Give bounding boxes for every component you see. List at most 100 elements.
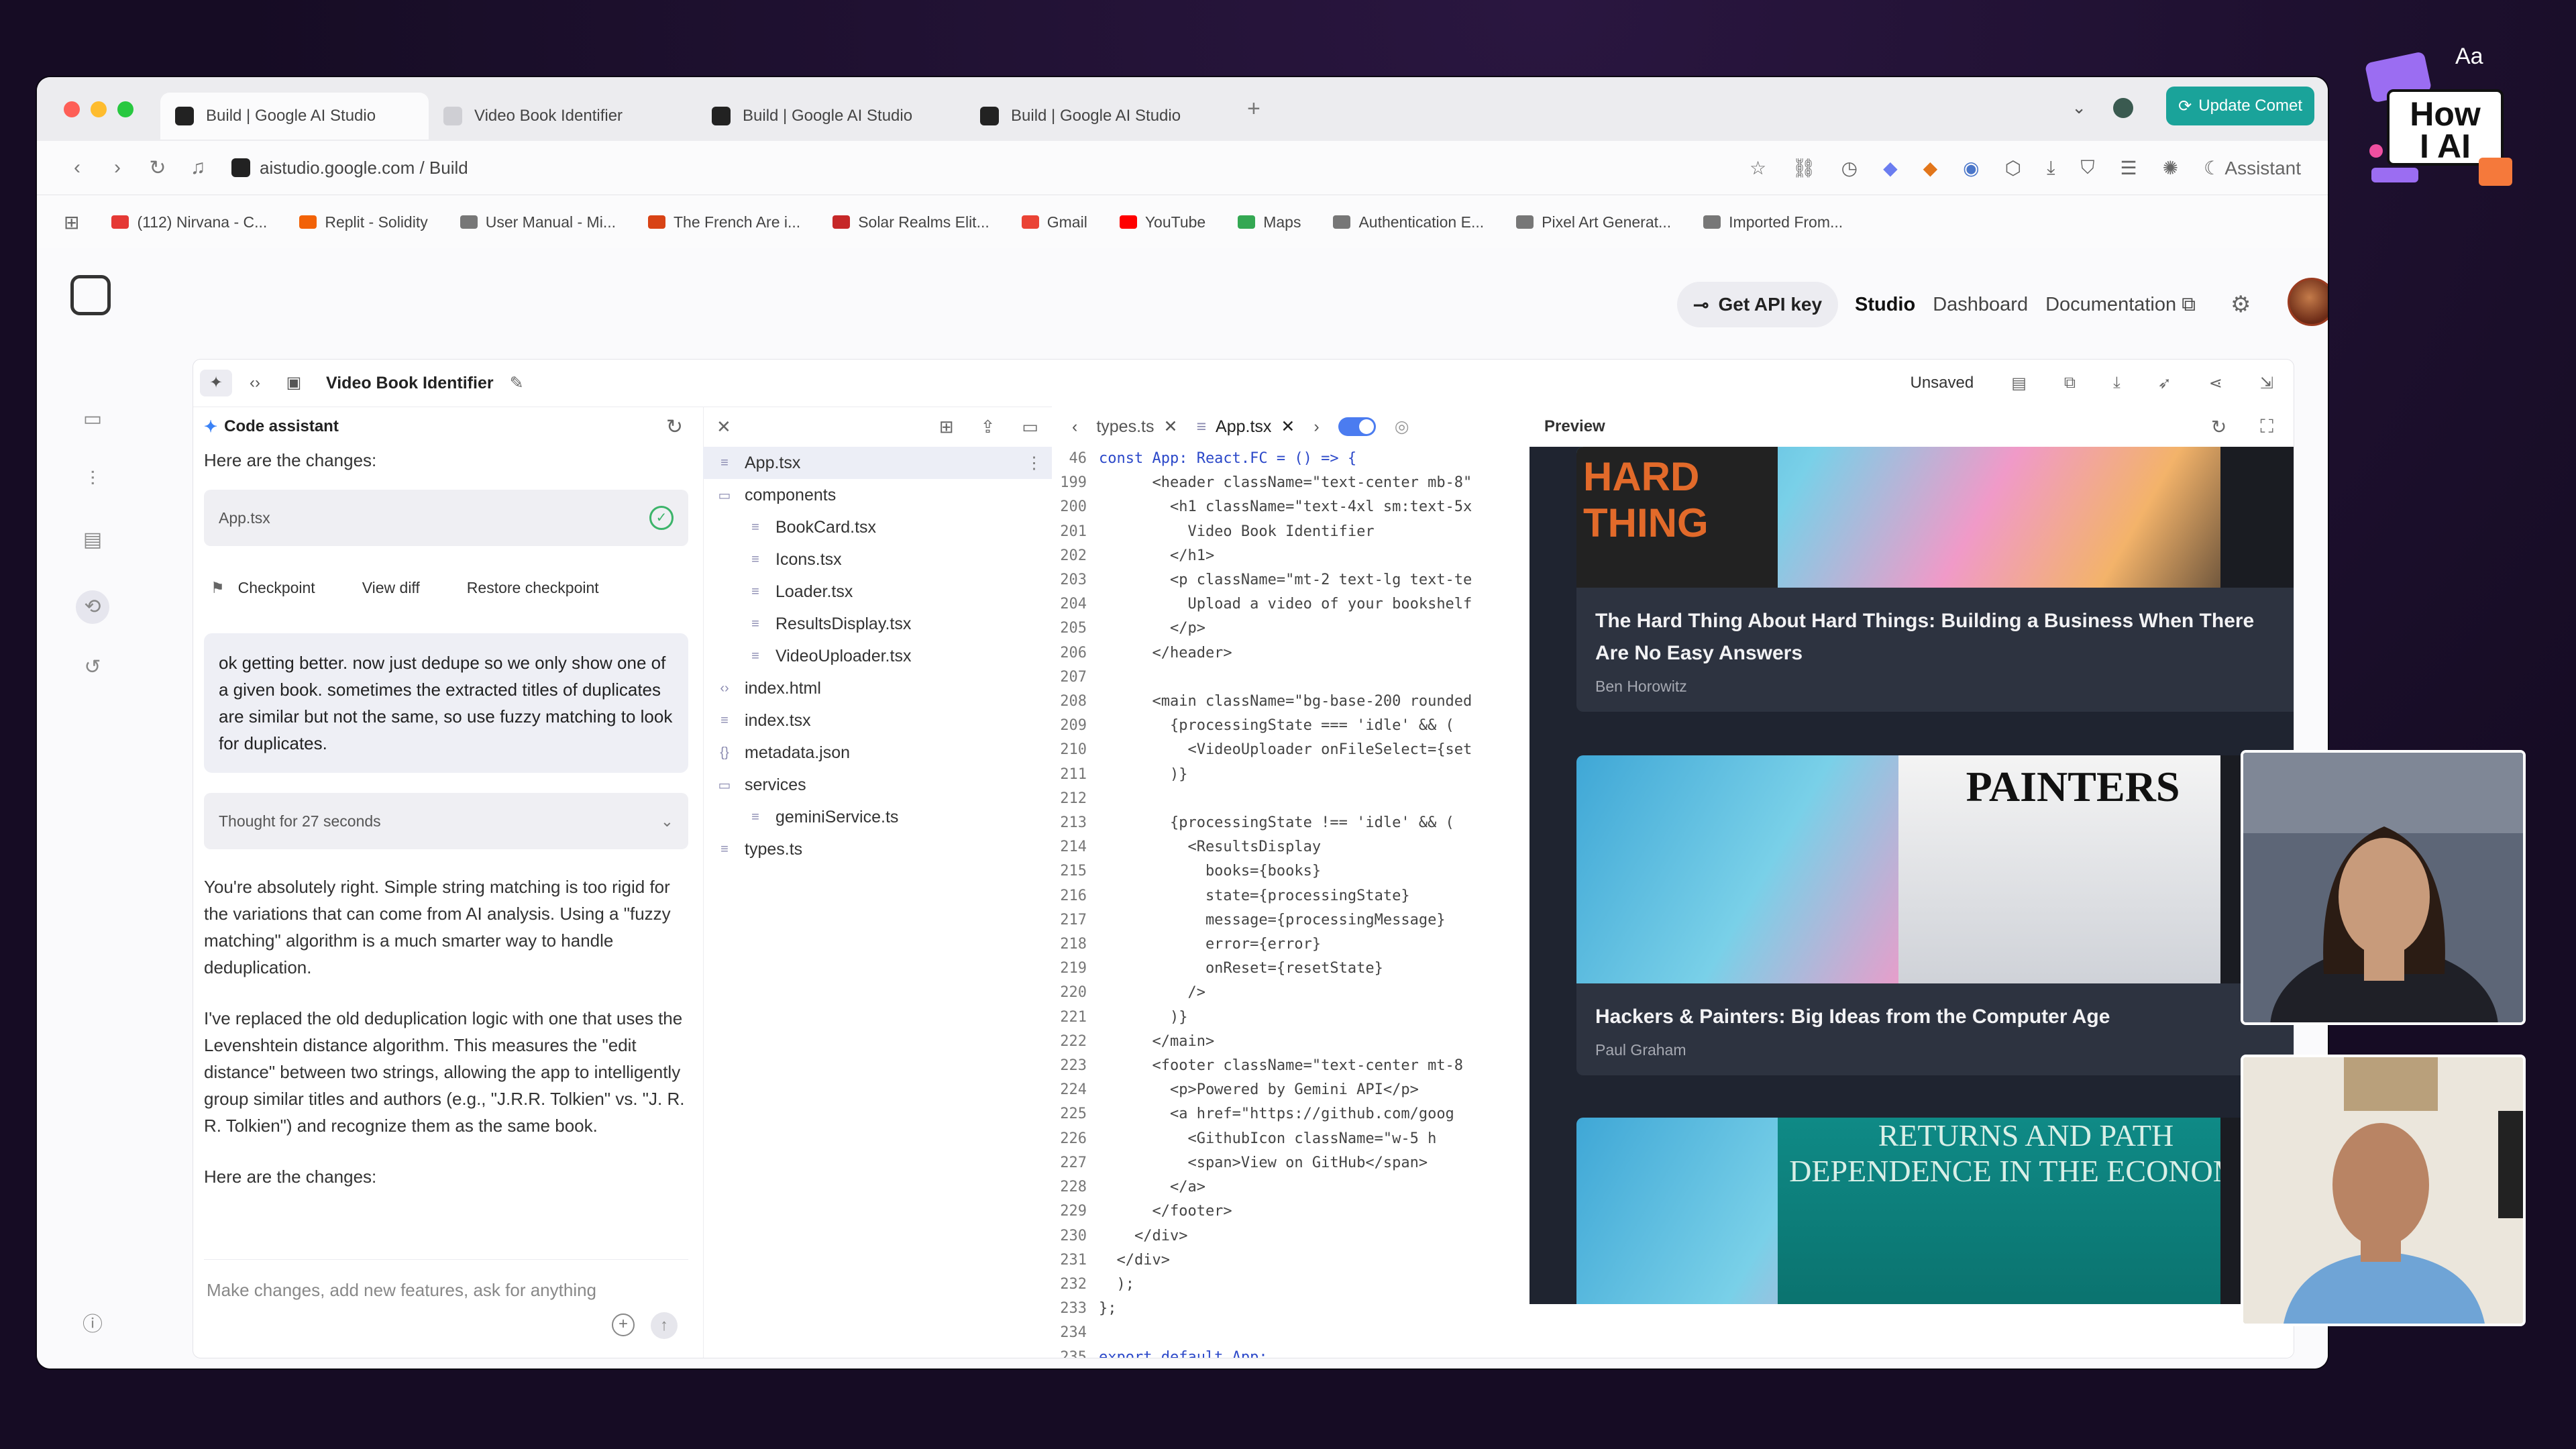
sparkle-icon[interactable]: ✦	[200, 370, 232, 396]
save-icon[interactable]: ▤	[2011, 374, 2027, 393]
restore-checkpoint-button[interactable]: Restore checkpoint	[467, 574, 599, 601]
new-tab-button[interactable]: +	[1247, 96, 1260, 122]
forward-icon[interactable]: ›	[97, 156, 138, 179]
stream-icon[interactable]: ⫶	[83, 470, 103, 490]
new-folder-icon[interactable]: ▭	[1022, 417, 1038, 437]
file-item[interactable]: ≡ Icons.tsx	[703, 543, 1052, 576]
microphone-icon[interactable]: ♫	[178, 156, 218, 179]
add-attachment-icon[interactable]: +	[612, 1313, 635, 1336]
build-icon[interactable]: ⟲	[76, 590, 109, 624]
file-item[interactable]: ≡ ResultsDisplay.tsx	[703, 608, 1052, 640]
maximize-window-button[interactable]	[117, 101, 133, 117]
code-lines[interactable]: 46 const App: React.FC = () => {199 <head…	[1052, 447, 1529, 1358]
assistant-button[interactable]: ☾ Assistant	[2204, 157, 2301, 179]
info-icon[interactable]: ⓘ	[83, 1315, 103, 1335]
apps-grid-icon[interactable]: ⊞	[64, 211, 79, 233]
bookmark-item[interactable]: Gmail	[1021, 213, 1087, 231]
preview-icon[interactable]: ▣	[278, 370, 310, 396]
file-item[interactable]: ≡ Loader.tsx	[703, 576, 1052, 608]
back-icon[interactable]: ‹	[57, 156, 97, 179]
bookmark-item[interactable]: The French Are i...	[647, 213, 800, 231]
puzzle-icon[interactable]: ⬡	[2005, 157, 2021, 179]
get-api-key-button[interactable]: ⊸ Get API key	[1677, 282, 1839, 327]
bookmark-item[interactable]: YouTube	[1119, 213, 1205, 231]
more-options-icon[interactable]: ⋮	[1026, 453, 1042, 473]
chevron-down-icon[interactable]: ⌄	[2072, 97, 2086, 118]
bookmark-item[interactable]: Replit - Solidity	[299, 213, 428, 231]
bookmark-item[interactable]: Maps	[1238, 213, 1301, 231]
edit-pencil-icon[interactable]: ✎	[510, 373, 524, 393]
extension-icon[interactable]: ◉	[1963, 157, 1979, 179]
gear-icon[interactable]: ⚙	[2231, 291, 2251, 318]
chat-input[interactable]: Make changes, add new features, ask for …	[204, 1259, 688, 1347]
nav-dashboard[interactable]: Dashboard	[1933, 294, 2028, 316]
bookmark-item[interactable]: (112) Nirvana - C...	[111, 213, 267, 231]
chevron-right-icon[interactable]: ›	[1313, 417, 1319, 437]
download-icon[interactable]: ⤓	[2047, 157, 2055, 179]
send-button[interactable]: ↑	[651, 1312, 678, 1339]
close-icon[interactable]: ✕	[1281, 417, 1295, 437]
download-icon[interactable]: ⤓	[2113, 374, 2121, 392]
file-item[interactable]: ≡ VideoUploader.tsx	[703, 640, 1052, 672]
changed-file-chip[interactable]: App.tsx ✓	[204, 490, 688, 546]
new-file-icon[interactable]: ⊞	[939, 417, 954, 437]
editor-tab-app[interactable]: ≡ App.tsx ✕	[1196, 417, 1295, 437]
reload-icon[interactable]: ↻	[138, 156, 178, 180]
editor-tab-types[interactable]: types.ts ✕	[1096, 417, 1177, 437]
menu-icon[interactable]: ☰	[2120, 157, 2137, 179]
bookmark-item[interactable]: Pixel Art Generat...	[1516, 213, 1671, 231]
minimize-window-button[interactable]	[91, 101, 107, 117]
close-icon[interactable]: ✕	[1163, 417, 1177, 437]
bookmark-item[interactable]: Imported From...	[1703, 213, 1843, 231]
avatar[interactable]	[2288, 278, 2328, 326]
fullscreen-icon[interactable]: ⛶	[2260, 416, 2273, 438]
browser-tab-2[interactable]: Video Book Identifier	[429, 93, 697, 140]
copy-icon[interactable]: ⧉	[2064, 374, 2076, 392]
deploy-rocket-icon[interactable]: ➶	[2158, 374, 2171, 393]
media-icon[interactable]: ▤	[83, 530, 103, 550]
upload-file-icon[interactable]: ⇪	[981, 417, 996, 437]
code-icon[interactable]: ‹›	[239, 370, 271, 396]
nav-studio[interactable]: Studio	[1855, 294, 1915, 316]
view-diff-button[interactable]: View diff	[362, 574, 420, 601]
history-icon[interactable]: ◷	[1841, 157, 1858, 179]
browser-tab-1[interactable]: Build | Google AI Studio	[160, 92, 429, 140]
folder-item[interactable]: ▭ components	[703, 479, 1052, 511]
file-item[interactable]: ‹› index.html	[703, 672, 1052, 704]
file-item[interactable]: ≡ App.tsx ⋮	[703, 447, 1052, 479]
browser-tab-4[interactable]: Build | Google AI Studio	[965, 93, 1234, 140]
preview-viewport[interactable]: HARD THING The Hard Thing About Hard Thi…	[1529, 447, 2294, 1304]
sparkle-icon[interactable]: ✺	[2163, 157, 2178, 179]
file-item[interactable]: ≡ BookCard.tsx	[703, 511, 1052, 543]
fullscreen-icon[interactable]: ⇲	[2260, 374, 2273, 393]
chevron-left-icon[interactable]: ‹	[1072, 417, 1077, 437]
update-comet-button[interactable]: ⟳ Update Comet	[2166, 87, 2314, 125]
settings-circle-icon[interactable]: ◎	[1395, 417, 1409, 437]
refresh-icon[interactable]: ↻	[666, 415, 683, 439]
file-item[interactable]: ≡ types.ts	[703, 833, 1052, 865]
close-icon[interactable]: ✕	[716, 417, 731, 437]
shield-icon[interactable]: ⛉	[2080, 157, 2094, 179]
share-icon[interactable]: ⋖	[2209, 374, 2222, 393]
extension-icon[interactable]: ◆	[1883, 157, 1898, 179]
file-item[interactable]: {} metadata.json	[703, 737, 1052, 769]
file-item[interactable]: ≡ geminiService.ts	[703, 801, 1052, 833]
history-icon[interactable]: ↺	[83, 657, 103, 678]
browser-tab-3[interactable]: Build | Google AI Studio	[697, 93, 965, 140]
thought-toggle[interactable]: Thought for 27 seconds ⌄	[204, 793, 688, 849]
bookmark-item[interactable]: User Manual - Mi...	[460, 213, 616, 231]
chat-icon[interactable]: ▭	[83, 409, 103, 429]
reload-icon[interactable]: ↻	[2211, 416, 2226, 438]
metamask-icon[interactable]: ◆	[1923, 157, 1938, 179]
profile-icon[interactable]	[2113, 97, 2133, 118]
bookmark-item[interactable]: Solar Realms Elit...	[833, 213, 989, 231]
bookmark-item[interactable]: Authentication E...	[1333, 213, 1484, 231]
close-window-button[interactable]	[64, 101, 80, 117]
file-item[interactable]: ≡ index.tsx	[703, 704, 1052, 737]
ai-studio-logo-icon[interactable]	[70, 275, 111, 315]
nav-documentation[interactable]: Documentation ⧉	[2045, 294, 2196, 316]
editor-toggle[interactable]	[1338, 417, 1376, 436]
url-field[interactable]: aistudio.google.com / Build	[231, 158, 468, 178]
star-icon[interactable]: ☆	[1750, 157, 1766, 179]
link-icon[interactable]: ⛓	[1792, 157, 1816, 179]
